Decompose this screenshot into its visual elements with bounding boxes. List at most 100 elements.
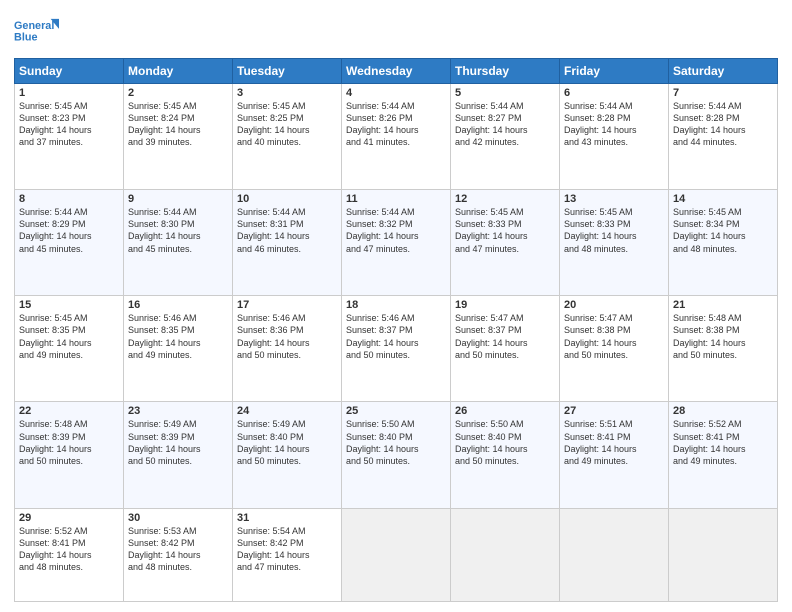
day-info: Sunrise: 5:45 AM Sunset: 8:35 PM Dayligh… <box>19 312 119 361</box>
day-info: Sunrise: 5:48 AM Sunset: 8:38 PM Dayligh… <box>673 312 773 361</box>
day-info: Sunrise: 5:44 AM Sunset: 8:28 PM Dayligh… <box>673 100 773 149</box>
calendar-cell: 21Sunrise: 5:48 AM Sunset: 8:38 PM Dayli… <box>669 296 778 402</box>
calendar-cell: 20Sunrise: 5:47 AM Sunset: 8:38 PM Dayli… <box>560 296 669 402</box>
day-number: 22 <box>19 405 119 417</box>
day-info: Sunrise: 5:44 AM Sunset: 8:32 PM Dayligh… <box>346 206 446 255</box>
calendar-cell: 7Sunrise: 5:44 AM Sunset: 8:28 PM Daylig… <box>669 84 778 190</box>
day-info: Sunrise: 5:52 AM Sunset: 8:41 PM Dayligh… <box>673 418 773 467</box>
calendar-header-row: SundayMondayTuesdayWednesdayThursdayFrid… <box>15 59 778 84</box>
page: General Blue SundayMondayTuesdayWednesda… <box>0 0 792 612</box>
calendar-cell <box>451 508 560 601</box>
calendar-cell: 26Sunrise: 5:50 AM Sunset: 8:40 PM Dayli… <box>451 402 560 508</box>
logo: General Blue <box>14 14 64 52</box>
calendar-cell: 31Sunrise: 5:54 AM Sunset: 8:42 PM Dayli… <box>233 508 342 601</box>
day-number: 6 <box>564 87 664 99</box>
calendar-cell: 15Sunrise: 5:45 AM Sunset: 8:35 PM Dayli… <box>15 296 124 402</box>
day-number: 13 <box>564 193 664 205</box>
day-info: Sunrise: 5:46 AM Sunset: 8:35 PM Dayligh… <box>128 312 228 361</box>
day-info: Sunrise: 5:51 AM Sunset: 8:41 PM Dayligh… <box>564 418 664 467</box>
calendar-cell: 2Sunrise: 5:45 AM Sunset: 8:24 PM Daylig… <box>124 84 233 190</box>
day-number: 10 <box>237 193 337 205</box>
day-number: 26 <box>455 405 555 417</box>
calendar-cell: 8Sunrise: 5:44 AM Sunset: 8:29 PM Daylig… <box>15 190 124 296</box>
day-info: Sunrise: 5:44 AM Sunset: 8:26 PM Dayligh… <box>346 100 446 149</box>
day-info: Sunrise: 5:45 AM Sunset: 8:25 PM Dayligh… <box>237 100 337 149</box>
calendar-cell <box>560 508 669 601</box>
calendar-cell: 24Sunrise: 5:49 AM Sunset: 8:40 PM Dayli… <box>233 402 342 508</box>
header-saturday: Saturday <box>669 59 778 84</box>
calendar-cell: 18Sunrise: 5:46 AM Sunset: 8:37 PM Dayli… <box>342 296 451 402</box>
day-number: 17 <box>237 299 337 311</box>
week-row-3: 15Sunrise: 5:45 AM Sunset: 8:35 PM Dayli… <box>15 296 778 402</box>
calendar-cell: 13Sunrise: 5:45 AM Sunset: 8:33 PM Dayli… <box>560 190 669 296</box>
calendar-cell: 19Sunrise: 5:47 AM Sunset: 8:37 PM Dayli… <box>451 296 560 402</box>
calendar-table: SundayMondayTuesdayWednesdayThursdayFrid… <box>14 58 778 602</box>
day-info: Sunrise: 5:44 AM Sunset: 8:29 PM Dayligh… <box>19 206 119 255</box>
day-info: Sunrise: 5:45 AM Sunset: 8:23 PM Dayligh… <box>19 100 119 149</box>
day-number: 24 <box>237 405 337 417</box>
day-number: 27 <box>564 405 664 417</box>
day-info: Sunrise: 5:54 AM Sunset: 8:42 PM Dayligh… <box>237 525 337 574</box>
day-info: Sunrise: 5:47 AM Sunset: 8:37 PM Dayligh… <box>455 312 555 361</box>
day-info: Sunrise: 5:50 AM Sunset: 8:40 PM Dayligh… <box>346 418 446 467</box>
day-info: Sunrise: 5:53 AM Sunset: 8:42 PM Dayligh… <box>128 525 228 574</box>
day-info: Sunrise: 5:45 AM Sunset: 8:33 PM Dayligh… <box>455 206 555 255</box>
calendar-cell: 12Sunrise: 5:45 AM Sunset: 8:33 PM Dayli… <box>451 190 560 296</box>
day-info: Sunrise: 5:44 AM Sunset: 8:31 PM Dayligh… <box>237 206 337 255</box>
calendar-cell: 29Sunrise: 5:52 AM Sunset: 8:41 PM Dayli… <box>15 508 124 601</box>
day-number: 14 <box>673 193 773 205</box>
day-number: 20 <box>564 299 664 311</box>
calendar-cell <box>669 508 778 601</box>
day-number: 7 <box>673 87 773 99</box>
header-friday: Friday <box>560 59 669 84</box>
svg-text:General: General <box>14 20 54 32</box>
day-number: 4 <box>346 87 446 99</box>
generalblue-logo-icon: General Blue <box>14 14 64 52</box>
calendar-cell: 27Sunrise: 5:51 AM Sunset: 8:41 PM Dayli… <box>560 402 669 508</box>
week-row-5: 29Sunrise: 5:52 AM Sunset: 8:41 PM Dayli… <box>15 508 778 601</box>
calendar-cell: 17Sunrise: 5:46 AM Sunset: 8:36 PM Dayli… <box>233 296 342 402</box>
day-number: 9 <box>128 193 228 205</box>
day-number: 15 <box>19 299 119 311</box>
calendar-cell: 3Sunrise: 5:45 AM Sunset: 8:25 PM Daylig… <box>233 84 342 190</box>
svg-text:Blue: Blue <box>14 32 37 44</box>
calendar-cell: 4Sunrise: 5:44 AM Sunset: 8:26 PM Daylig… <box>342 84 451 190</box>
day-info: Sunrise: 5:45 AM Sunset: 8:34 PM Dayligh… <box>673 206 773 255</box>
day-number: 25 <box>346 405 446 417</box>
day-number: 19 <box>455 299 555 311</box>
day-number: 29 <box>19 512 119 524</box>
day-number: 18 <box>346 299 446 311</box>
day-number: 11 <box>346 193 446 205</box>
calendar-cell <box>342 508 451 601</box>
day-info: Sunrise: 5:46 AM Sunset: 8:37 PM Dayligh… <box>346 312 446 361</box>
day-number: 23 <box>128 405 228 417</box>
day-info: Sunrise: 5:52 AM Sunset: 8:41 PM Dayligh… <box>19 525 119 574</box>
calendar-cell: 1Sunrise: 5:45 AM Sunset: 8:23 PM Daylig… <box>15 84 124 190</box>
calendar-cell: 10Sunrise: 5:44 AM Sunset: 8:31 PM Dayli… <box>233 190 342 296</box>
header-wednesday: Wednesday <box>342 59 451 84</box>
header-thursday: Thursday <box>451 59 560 84</box>
calendar-cell: 28Sunrise: 5:52 AM Sunset: 8:41 PM Dayli… <box>669 402 778 508</box>
day-number: 2 <box>128 87 228 99</box>
calendar-cell: 16Sunrise: 5:46 AM Sunset: 8:35 PM Dayli… <box>124 296 233 402</box>
day-number: 30 <box>128 512 228 524</box>
day-info: Sunrise: 5:48 AM Sunset: 8:39 PM Dayligh… <box>19 418 119 467</box>
day-info: Sunrise: 5:44 AM Sunset: 8:30 PM Dayligh… <box>128 206 228 255</box>
calendar-cell: 30Sunrise: 5:53 AM Sunset: 8:42 PM Dayli… <box>124 508 233 601</box>
header-monday: Monday <box>124 59 233 84</box>
day-info: Sunrise: 5:46 AM Sunset: 8:36 PM Dayligh… <box>237 312 337 361</box>
day-info: Sunrise: 5:45 AM Sunset: 8:33 PM Dayligh… <box>564 206 664 255</box>
calendar-cell: 11Sunrise: 5:44 AM Sunset: 8:32 PM Dayli… <box>342 190 451 296</box>
day-number: 16 <box>128 299 228 311</box>
day-number: 31 <box>237 512 337 524</box>
day-number: 21 <box>673 299 773 311</box>
calendar-cell: 5Sunrise: 5:44 AM Sunset: 8:27 PM Daylig… <box>451 84 560 190</box>
day-number: 8 <box>19 193 119 205</box>
calendar-cell: 9Sunrise: 5:44 AM Sunset: 8:30 PM Daylig… <box>124 190 233 296</box>
day-info: Sunrise: 5:44 AM Sunset: 8:27 PM Dayligh… <box>455 100 555 149</box>
day-number: 1 <box>19 87 119 99</box>
day-info: Sunrise: 5:50 AM Sunset: 8:40 PM Dayligh… <box>455 418 555 467</box>
day-number: 28 <box>673 405 773 417</box>
day-info: Sunrise: 5:44 AM Sunset: 8:28 PM Dayligh… <box>564 100 664 149</box>
week-row-1: 1Sunrise: 5:45 AM Sunset: 8:23 PM Daylig… <box>15 84 778 190</box>
